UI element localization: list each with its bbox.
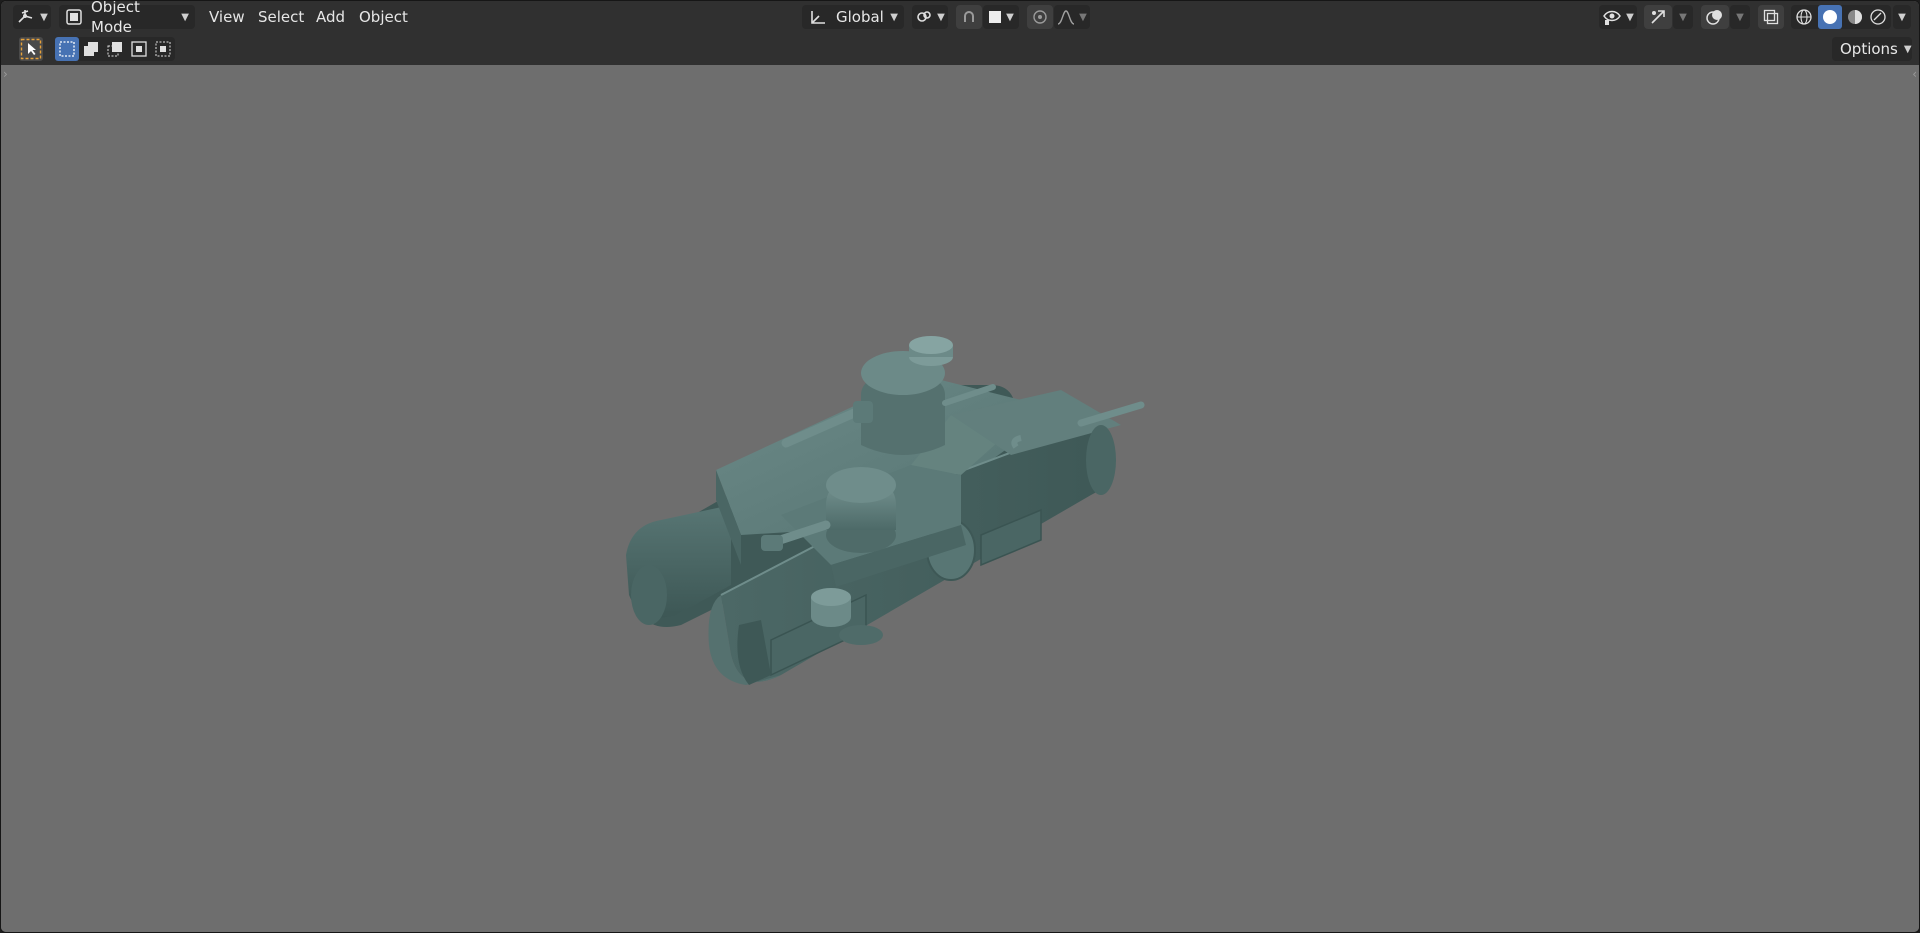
select-box-tool-icon [20,38,42,60]
tool-settings-bar: Options ▼ [1,33,1919,66]
chevron-down-icon: ▼ [40,11,48,23]
proportional-falloff-dropdown[interactable]: ▼ [1054,5,1090,29]
gizmo-icon [1649,8,1667,26]
options-label: Options [1840,40,1898,58]
material-preview-icon[interactable] [1846,8,1864,26]
chevron-down-icon: ▼ [890,11,898,23]
options-dropdown[interactable]: Options ▼ [1832,37,1912,61]
object-mode-icon [65,8,83,26]
chevron-down-icon: ▼ [181,11,189,23]
selection-mode-group [55,37,175,61]
invert-selection-icon[interactable] [127,40,151,58]
pivot-point-icon [915,8,933,26]
snap-target-dropdown[interactable]: ▼ [983,5,1019,29]
menu-view[interactable]: View [209,7,245,27]
shading-dropdown[interactable]: ▼ [1893,5,1911,29]
chevron-down-icon: ▼ [1736,11,1744,23]
mode-selector[interactable]: Object Mode ▼ [59,1,195,36]
chevron-down-icon: ▼ [1079,11,1087,23]
xray-icon [1763,9,1779,25]
shading-mode-group [1791,5,1891,29]
wireframe-shading-icon[interactable] [1795,8,1813,26]
solid-shading-button[interactable] [1817,5,1842,29]
overlays-dropdown[interactable]: ▼ [1730,5,1750,29]
viewport-header: ▼ Object Mode ▼ View Select Add Object G… [1,1,1919,36]
mode-label: Object Mode [91,0,140,36]
subtract-selection-icon[interactable] [103,40,127,58]
transform-orientation-dropdown[interactable]: Global ▼ [802,5,904,29]
chevron-down-icon: ▼ [1006,11,1014,23]
object-visibility-icon [1602,8,1622,26]
solid-shading-icon [1821,8,1839,26]
chevron-down-icon: ▼ [1679,11,1687,23]
falloff-curve-icon [1057,9,1075,25]
menu-add[interactable]: Add [316,7,345,27]
menu-select[interactable]: Select [258,7,304,27]
proportional-editing-toggle[interactable] [1027,5,1053,29]
chevron-down-icon: ▼ [1898,11,1906,23]
3d-viewport[interactable]: › ‹ [1,65,1919,932]
orientation-label: Global [836,8,884,26]
extend-selection-icon[interactable] [79,40,103,58]
intersect-selection-icon[interactable] [151,40,175,58]
snap-target-icon [988,10,1002,24]
rendered-shading-icon[interactable] [1869,8,1887,26]
visibility-dropdown[interactable]: ▼ [1599,5,1637,29]
editor-type-button[interactable]: ▼ [13,5,51,29]
toolbar-expand-arrow[interactable]: › [3,67,8,81]
snap-toggle[interactable] [956,5,982,29]
select-tool-button[interactable] [19,37,43,61]
overlays-toggle[interactable] [1701,5,1729,29]
chevron-down-icon: ▼ [1626,11,1634,23]
gizmo-dropdown[interactable]: ▼ [1673,5,1693,29]
chevron-down-icon: ▼ [1903,43,1912,55]
proportional-editing-icon [1032,9,1048,25]
menu-object[interactable]: Object [359,7,408,27]
set-new-selection-button[interactable] [55,37,79,61]
pivot-point-dropdown[interactable]: ▼ [912,5,948,29]
magnet-snap-icon [961,9,977,25]
gizmo-toggle[interactable] [1644,5,1672,29]
orientation-axes-icon [808,8,828,26]
xray-toggle[interactable] [1758,5,1784,29]
chevron-down-icon: ▼ [937,11,945,23]
tank-model[interactable] [621,325,1241,835]
sidebar-expand-arrow[interactable]: ‹ [1912,67,1917,81]
blender-window: ▼ Object Mode ▼ View Select Add Object G… [0,0,1920,933]
3d-viewport-icon [16,8,36,26]
set-new-selection-icon [58,40,76,58]
overlays-icon [1706,8,1724,26]
